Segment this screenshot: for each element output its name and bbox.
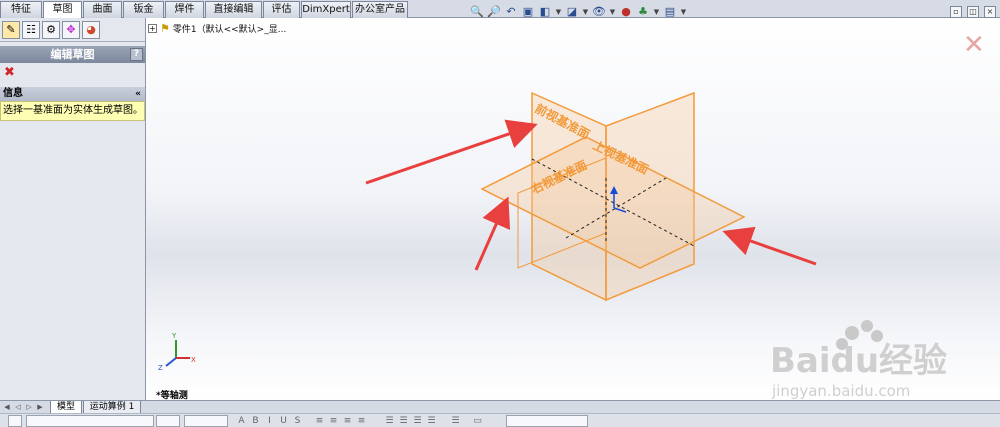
info-header-label: 信息: [3, 88, 23, 99]
dimxpert-manager-icon[interactable]: ✥: [62, 20, 80, 39]
border-icon[interactable]: ▭: [472, 415, 483, 427]
edit-sketch-title: 编辑草图: [50, 48, 95, 61]
feature-tree-flyout[interactable]: + ⚑ 零件1（默认<<默认>_显...: [148, 22, 286, 35]
italic-button[interactable]: I: [264, 415, 275, 427]
triad-y-label: Y: [171, 332, 177, 340]
tab-surfaces[interactable]: 曲面: [83, 1, 122, 18]
property-manager-panel: ✎ ☷ ⚙ ✥ ◕ 编辑草图 ? ✖ 信息 « 选择一基准面为实体生成草图。: [0, 18, 146, 400]
outdent-icon[interactable]: ☰: [426, 415, 437, 427]
cancel-button[interactable]: ✖: [4, 66, 16, 79]
triad-x-label: X: [191, 356, 196, 364]
underline-button[interactable]: U: [278, 415, 289, 427]
chevron-down-icon[interactable]: ▼: [555, 5, 562, 19]
zoom-to-fit-icon[interactable]: 🔍: [470, 5, 484, 19]
display-manager-icon[interactable]: ◕: [82, 20, 100, 39]
section-view-icon[interactable]: ▣: [521, 5, 535, 19]
font-color-button[interactable]: A: [236, 415, 247, 427]
tab-evaluate[interactable]: 评估: [263, 1, 300, 18]
align-right-icon[interactable]: ≡: [342, 415, 353, 427]
font-select[interactable]: [26, 415, 154, 427]
chevron-down-icon[interactable]: ▼: [680, 5, 687, 19]
align-left-icon[interactable]: ≡: [314, 415, 325, 427]
tile-icon[interactable]: ◫: [967, 6, 979, 18]
bold-button[interactable]: B: [250, 415, 261, 427]
chevron-down-icon[interactable]: ▼: [582, 5, 589, 19]
property-manager-icon[interactable]: ☷: [22, 20, 40, 39]
plane-scene: 前视基准面 上视基准面 右视基准面 Y X Z: [158, 91, 817, 372]
strikethrough-button[interactable]: S: [292, 415, 303, 427]
style-select[interactable]: [506, 415, 588, 427]
info-group-header[interactable]: 信息 «: [0, 87, 145, 101]
indent-icon[interactable]: ☰: [412, 415, 423, 427]
view-orientation-icon[interactable]: ◧: [538, 5, 552, 19]
part-label[interactable]: 零件1（默认<<默认>_显...: [173, 22, 286, 35]
property-manager-title: 编辑草图 ?: [0, 46, 145, 63]
display-style-icon[interactable]: ◪: [565, 5, 579, 19]
annotation-arrow: [365, 119, 538, 185]
symbol-icon[interactable]: ☰: [450, 415, 461, 427]
annotation-arrow: [722, 226, 817, 266]
bullets-icon[interactable]: ☰: [384, 415, 395, 427]
window-controls: ▫ ◫ ×: [950, 6, 996, 18]
height-select[interactable]: [184, 415, 228, 427]
tab-weldments[interactable]: 焊件: [165, 1, 204, 18]
model-tab-bar: ◀ ◁ ▷ ▶ 模型 运动算例 1: [0, 400, 1000, 414]
previous-view-icon[interactable]: ↶: [504, 5, 518, 19]
tab-sketch[interactable]: 草图: [43, 1, 82, 19]
font-style-icon[interactable]: [8, 415, 22, 427]
first-tab-icon[interactable]: ◀: [2, 402, 12, 412]
tab-office-products[interactable]: 办公室产品: [352, 1, 408, 18]
chevron-down-icon[interactable]: ▼: [653, 5, 660, 19]
part-icon: ⚑: [160, 22, 170, 35]
configuration-manager-icon[interactable]: ⚙: [42, 20, 60, 39]
last-tab-icon[interactable]: ▶: [35, 402, 45, 412]
tab-dimxpert[interactable]: DimXpert: [301, 1, 351, 18]
chevron-down-icon[interactable]: ▼: [609, 5, 616, 19]
triad-z-axis: [165, 357, 177, 367]
info-message: 选择一基准面为实体生成草图。: [0, 101, 145, 121]
graphics-area[interactable]: 前视基准面 上视基准面 右视基准面 Y X Z + ⚑ 零件1（默认<<默认>_…: [146, 18, 1000, 400]
tab-sheet-metal[interactable]: 钣金: [123, 1, 164, 18]
collapse-icon[interactable]: «: [135, 87, 141, 101]
close-icon[interactable]: ×: [984, 6, 996, 18]
numbering-icon[interactable]: ☰: [398, 415, 409, 427]
size-select[interactable]: [156, 415, 180, 427]
tab-direct-editing[interactable]: 直接编辑: [205, 1, 262, 18]
help-button[interactable]: ?: [130, 48, 143, 61]
view-settings-icon[interactable]: ▤: [663, 5, 677, 19]
expand-icon[interactable]: +: [148, 24, 157, 33]
view-orientation-label: *等轴测: [156, 391, 188, 400]
exit-sketch-icon[interactable]: ✕: [963, 32, 985, 58]
annotation-arrow: [474, 196, 511, 271]
justify-icon[interactable]: ≡: [356, 415, 367, 427]
appearance-icon[interactable]: ●: [619, 5, 633, 19]
scene-icon[interactable]: ♣: [636, 5, 650, 19]
align-center-icon[interactable]: ≡: [328, 415, 339, 427]
hide-show-icon[interactable]: 👁: [592, 5, 606, 19]
zoom-area-icon[interactable]: 🔎: [487, 5, 501, 19]
manager-tabs: ✎ ☷ ⚙ ✥ ◕: [0, 18, 145, 42]
next-tab-icon[interactable]: ▷: [24, 402, 34, 412]
format-toolbar: A B I U S ≡ ≡ ≡ ≡ ☰ ☰ ☰ ☰ ☰ ▭: [0, 413, 1000, 427]
tab-features[interactable]: 特征: [0, 1, 42, 18]
feature-manager-icon[interactable]: ✎: [2, 20, 20, 39]
triad-z-label: Z: [158, 364, 163, 372]
prev-tab-icon[interactable]: ◁: [13, 402, 23, 412]
restore-icon[interactable]: ▫: [950, 6, 962, 18]
